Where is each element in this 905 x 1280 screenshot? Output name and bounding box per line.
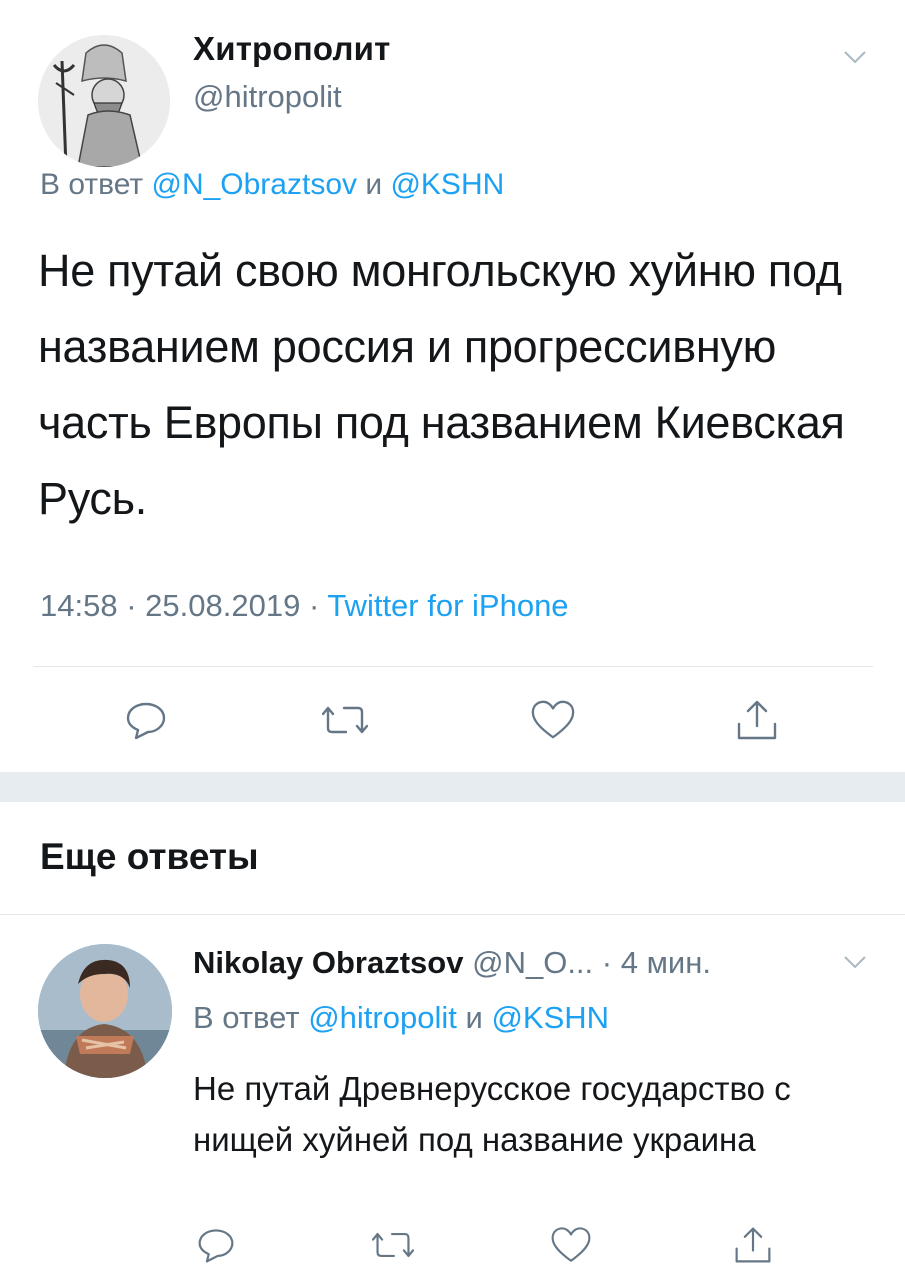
divider bbox=[0, 914, 905, 915]
chevron-down-icon[interactable] bbox=[843, 50, 867, 64]
reply-header: Nikolay Obraztsov @N_O... · 4 мин. bbox=[193, 945, 711, 981]
reply-mention-2[interactable]: @KSHN bbox=[491, 1000, 609, 1035]
tweet-date: 25.08.2019 bbox=[145, 588, 301, 623]
avatar-photo bbox=[38, 944, 172, 1078]
retweet-icon[interactable] bbox=[370, 1222, 416, 1268]
tweet-source[interactable]: Twitter for iPhone bbox=[327, 588, 568, 623]
share-icon[interactable] bbox=[730, 1222, 776, 1268]
meta-separator: · bbox=[308, 588, 320, 623]
reply-icon[interactable] bbox=[123, 697, 169, 743]
reply-author-name[interactable]: Nikolay Obraztsov bbox=[193, 945, 463, 980]
retweet-icon[interactable] bbox=[322, 697, 368, 743]
tweet-meta: 14:58 · 25.08.2019 · Twitter for iPhone bbox=[40, 588, 569, 624]
like-icon[interactable] bbox=[548, 1222, 594, 1268]
reply-mention-2[interactable]: @KSHN bbox=[390, 168, 504, 201]
divider bbox=[33, 666, 873, 667]
reply-author-avatar[interactable] bbox=[38, 944, 172, 1078]
reply-tweet-text: Не путай Древнерусское государство с нищ… bbox=[193, 1070, 791, 1158]
reply-author-handle[interactable]: @N_O... bbox=[472, 945, 593, 980]
author-avatar[interactable] bbox=[38, 35, 170, 167]
tweet-time: 14:58 bbox=[40, 588, 118, 623]
author-handle[interactable]: @hitropolit bbox=[193, 79, 342, 115]
reply-context: В ответ @N_Obraztsov и @KSHN bbox=[40, 168, 504, 202]
reply-context: В ответ @hitropolit и @KSHN bbox=[193, 1000, 609, 1036]
reply-prefix: В ответ bbox=[193, 1000, 300, 1035]
section-title: Еще ответы bbox=[40, 836, 259, 877]
like-icon[interactable] bbox=[530, 697, 576, 743]
reply-prefix: В ответ bbox=[40, 168, 144, 201]
author-name[interactable]: Хитрополит bbox=[193, 30, 390, 68]
reply-mention-1[interactable]: @hitropolit bbox=[308, 1000, 457, 1035]
section-separator bbox=[0, 772, 905, 802]
avatar-illustration bbox=[38, 35, 170, 167]
tweet-text: Не путай свою монгольскую хуйню под назв… bbox=[38, 245, 845, 524]
reply-and: и bbox=[465, 1000, 483, 1035]
reply-time-ago: · 4 мин. bbox=[601, 945, 711, 980]
share-icon[interactable] bbox=[734, 697, 780, 743]
chevron-down-icon[interactable] bbox=[843, 955, 867, 969]
reply-and: и bbox=[365, 168, 383, 201]
reply-mention-1[interactable]: @N_Obraztsov bbox=[151, 168, 357, 201]
reply-icon[interactable] bbox=[193, 1222, 239, 1268]
meta-separator: · bbox=[126, 588, 137, 623]
